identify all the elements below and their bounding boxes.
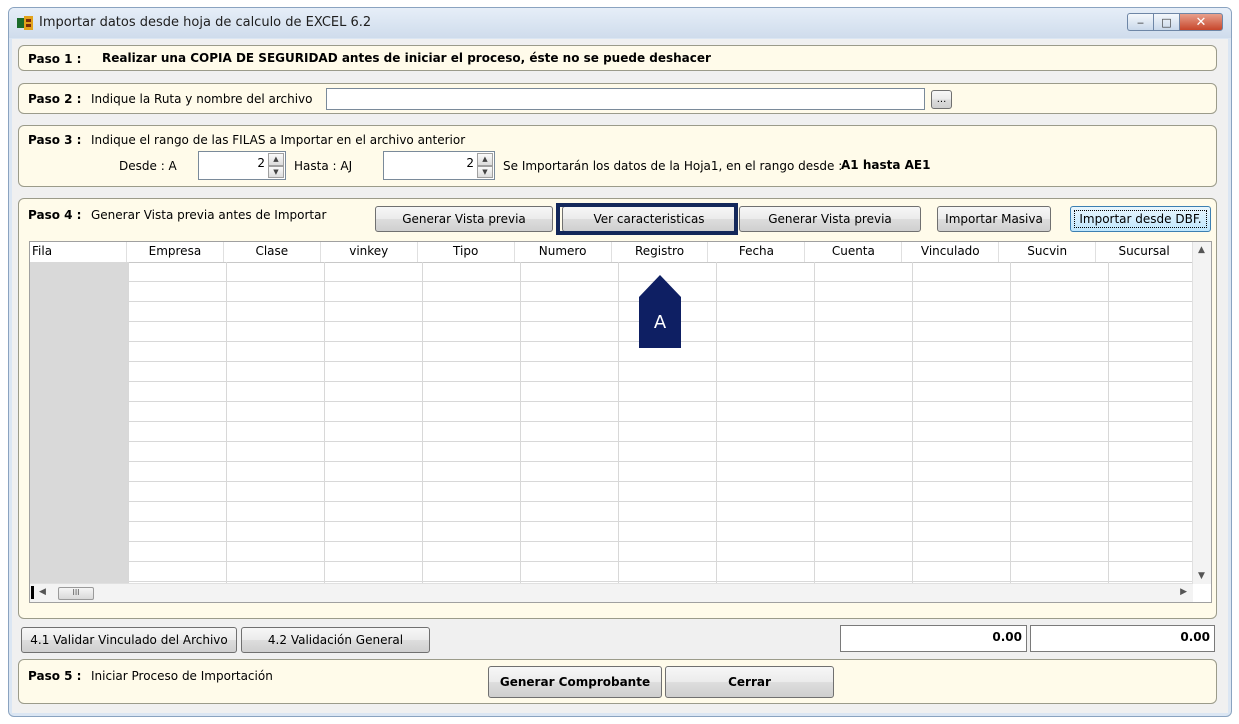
cerrar-label: Cerrar [728,675,771,689]
paso4-text: Generar Vista previa antes de Importar [91,208,327,222]
total-value-2: 0.00 [1180,630,1210,644]
grid-column [30,262,129,584]
desde-down-icon[interactable]: ▼ [268,165,284,178]
scroll-position-marker [31,586,34,599]
validar-vinculado-button[interactable]: 4.1 Validar Vinculado del Archivo [21,627,237,653]
file-path-input[interactable] [326,88,925,110]
callout-marker: A [639,297,681,348]
paso5-label: Paso 5 : [28,669,82,683]
column-header-sucursal[interactable]: Sucursal [1096,242,1194,262]
maximize-button[interactable]: □ [1153,13,1179,31]
paso3-label: Paso 3 : [28,133,82,147]
scroll-thumb[interactable]: III [58,587,94,600]
paso1-text: Realizar una COPIA DE SEGURIDAD antes de… [102,51,711,65]
browse-label: ... [936,94,947,105]
browse-button[interactable]: ... [931,90,952,109]
import-window: Importar datos desde hoja de calculo de … [8,7,1232,717]
preview-grid[interactable]: Fila Empresa Clase vinkey Tipo Numero Registro… [29,241,1212,603]
desde-label: Desde : A [119,159,177,173]
grid-column [324,262,423,584]
callout-marker-arrow [639,275,681,297]
column-header-empresa[interactable]: Empresa [127,242,224,262]
desde-value: 2 [257,156,265,170]
total-field-1: 0.00 [840,625,1027,652]
scroll-thumb-grip: III [72,588,80,597]
column-header-cuenta[interactable]: Cuenta [805,242,903,262]
minimize-button[interactable]: ‒ [1127,13,1153,31]
column-header-vinculado[interactable]: Vinculado [902,242,1000,262]
importar-dbf-label: Importar desde DBF. [1074,210,1207,228]
column-header-vinkey[interactable]: vinkey [321,242,418,262]
desde-spinner[interactable]: 2 ▲ ▼ [198,151,286,180]
window-title: Importar datos desde hoja de calculo de … [39,15,372,30]
hasta-down-icon[interactable]: ▼ [477,165,493,178]
validacion-general-button[interactable]: 4.2 Validación General [241,627,430,653]
paso3-text: Indique el rango de las FILAS a Importar… [91,133,466,147]
column-header-numero[interactable]: Numero [515,242,612,262]
column-header-fecha[interactable]: Fecha [708,242,806,262]
paso4-label: Paso 4 : [28,208,82,222]
minimize-icon: ‒ [1137,15,1144,29]
generar-comprobante-label: Generar Comprobante [499,675,651,689]
column-header-sucvin[interactable]: Sucvin [999,242,1097,262]
grid-column [814,262,913,584]
app-icon [17,16,33,30]
hasta-spinner[interactable]: 2 ▲ ▼ [383,151,495,180]
generar-vista-previa-label: Generar Vista previa [402,212,526,226]
paso2-panel: Paso 2 : Indique la Ruta y nombre del ar… [18,83,1217,114]
paso2-label: Paso 2 : [28,92,82,106]
generar-vista-previa-2-button[interactable]: Generar Vista previa [739,206,921,232]
total-value-1: 0.00 [992,630,1022,644]
callout-marker-label: A [653,312,667,333]
range-info-text: Se Importarán los datos de la Hoja1, en … [503,159,843,173]
importar-masiva-label: Importar Masiva [945,212,1043,226]
hasta-up-icon[interactable]: ▲ [477,153,493,166]
grid-column [912,262,1011,584]
column-header-clase[interactable]: Clase [224,242,321,262]
importar-dbf-button[interactable]: Importar desde DBF. [1070,206,1211,232]
column-header-tipo[interactable]: Tipo [418,242,515,262]
paso3-panel: Paso 3 : Indique el rango de las FILAS a… [18,125,1217,187]
close-button[interactable]: ✕ [1179,13,1223,31]
paso1-label: Paso 1 : [28,52,82,66]
grid-column [1010,262,1109,584]
hasta-label: Hasta : AJ [294,159,353,173]
grid-header: Fila Empresa Clase vinkey Tipo Numero Registro… [30,242,1194,263]
cerrar-button[interactable]: Cerrar [665,666,834,698]
hasta-value: 2 [466,156,474,170]
vertical-scrollbar[interactable]: ▲ ▼ [1192,242,1211,584]
grid-column [422,262,521,584]
horizontal-scrollbar[interactable]: ◀ III ▶ [30,583,1193,602]
maximize-icon: □ [1161,15,1172,29]
desde-up-icon[interactable]: ▲ [268,153,284,166]
column-header-registro[interactable]: Registro [612,242,709,262]
client-area: Paso 1 : Realizar una COPIA DE SEGURIDAD… [12,39,1228,713]
total-field-2: 0.00 [1030,625,1215,652]
validacion-general-label: 4.2 Validación General [267,633,404,647]
generar-vista-previa-button[interactable]: Generar Vista previa [375,206,553,232]
title-bar[interactable]: Importar datos desde hoja de calculo de … [9,8,1231,38]
close-icon: ✕ [1195,14,1207,30]
generar-comprobante-button[interactable]: Generar Comprobante [488,666,662,698]
range-text: A1 hasta AE1 [841,158,931,172]
generar-vista-previa-2-label: Generar Vista previa [768,212,892,226]
paso5-text: Iniciar Proceso de Importación [91,669,273,683]
grid-body[interactable] [30,262,1207,584]
column-header-fila[interactable]: Fila [30,242,127,262]
callout-highlight-box [556,203,738,235]
paso1-panel: Paso 1 : Realizar una COPIA DE SEGURIDAD… [18,45,1217,71]
validar-vinculado-label: 4.1 Validar Vinculado del Archivo [30,633,228,647]
scroll-down-icon[interactable]: ▼ [1198,571,1205,581]
importar-masiva-button[interactable]: Importar Masiva [937,206,1051,232]
grid-column [226,262,325,584]
grid-column [128,262,227,584]
grid-column [520,262,619,584]
scroll-left-icon[interactable]: ◀ [39,587,46,597]
scroll-right-icon[interactable]: ▶ [1180,587,1187,597]
grid-column [716,262,815,584]
paso2-text: Indique la Ruta y nombre del archivo [91,92,313,106]
scroll-up-icon[interactable]: ▲ [1198,245,1205,255]
